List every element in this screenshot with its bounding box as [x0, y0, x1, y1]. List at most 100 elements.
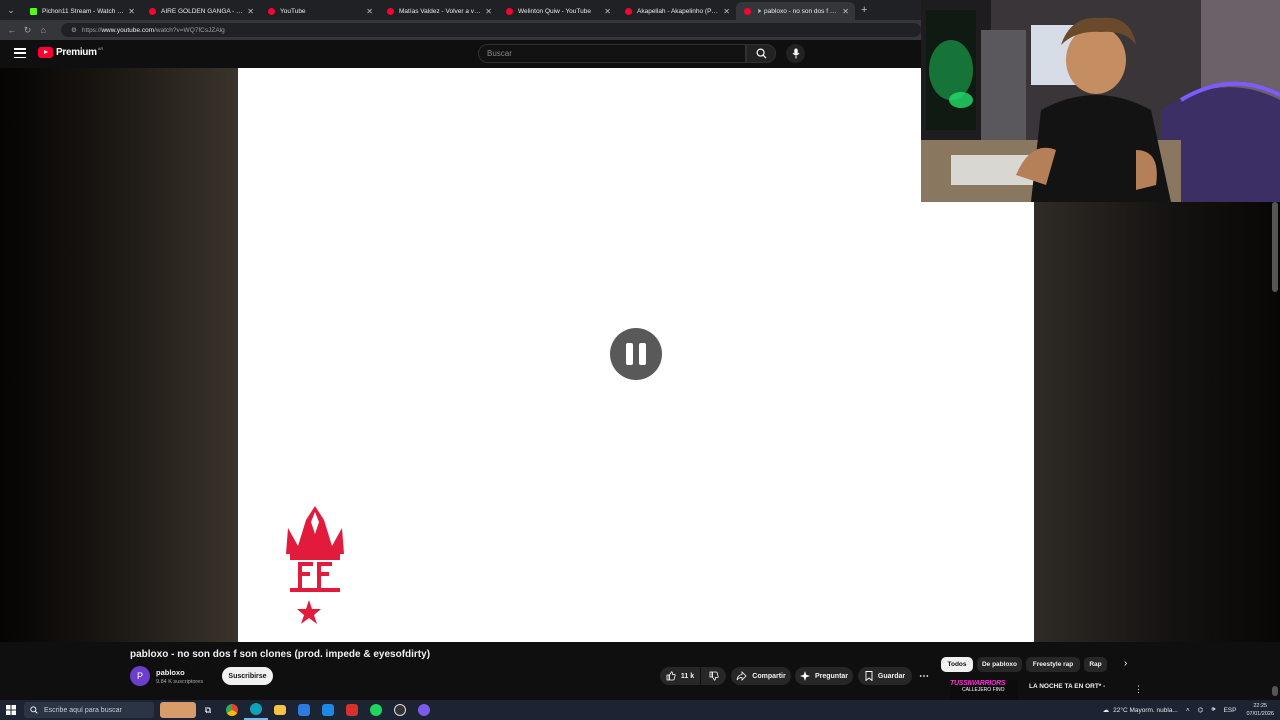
youtube-icon [149, 7, 156, 15]
taskbar-edge-app[interactable] [244, 700, 268, 720]
tab-close-icon[interactable]: ✕ [723, 7, 730, 16]
youtube-icon [387, 7, 394, 15]
webcam-overlay [921, 0, 1280, 202]
clock-time: 22:25 [1253, 703, 1268, 709]
thumbnail-text: TUSSIWARRIORS [950, 680, 1006, 687]
back-arrow-icon[interactable]: ← [6, 23, 18, 37]
taskbar-search-input[interactable]: Escribe aquí para buscar [24, 702, 154, 718]
ambient-glow-left [0, 68, 238, 642]
browser-tab[interactable]: Welinton Quiw - YouTube ✕ [498, 2, 617, 20]
reload-icon[interactable]: ↻ [22, 23, 34, 37]
windows-logo-icon [6, 705, 16, 715]
share-button[interactable]: Compartir [731, 667, 791, 685]
taskbar-discord-app[interactable] [412, 700, 436, 720]
more-horizontal-icon: ⋯ [919, 670, 929, 682]
new-tab-icon[interactable]: + [861, 4, 867, 16]
tab-close-icon[interactable]: ✕ [604, 7, 611, 16]
dislike-button[interactable] [701, 667, 726, 685]
ask-button[interactable]: Preguntar [795, 667, 853, 685]
clock[interactable]: 22:25 07/01/2026 [1246, 702, 1274, 718]
pause-bar [639, 343, 646, 365]
url-host: www.youtube.com [101, 26, 155, 34]
subscribe-button[interactable]: Suscribirse [222, 667, 273, 685]
kick-icon [30, 7, 37, 15]
page-scrollbar-thumb[interactable] [1272, 202, 1278, 292]
mail-icon [322, 704, 334, 716]
video-details: pabloxo - no son dos f son clones (prod.… [0, 642, 1280, 700]
recommended-thumbnail[interactable]: TUSSIWARRIORS CALLEJERO FINO [950, 680, 1018, 700]
start-button[interactable] [0, 700, 22, 720]
subscriber-count: 9.84 K suscriptores [156, 679, 204, 685]
weather-text[interactable]: 22°C Mayorm. nubla... [1113, 707, 1178, 714]
taskbar-chrome-app[interactable] [220, 700, 244, 720]
chip-de-pabloxo[interactable]: De pabloxo [977, 657, 1022, 672]
network-icon[interactable]: ⌬ [1198, 706, 1204, 714]
browser-tab[interactable]: Akapellah - Akapelinho (Prod. Ne ✕ [617, 2, 736, 20]
recommended-title[interactable]: LA NOCHE TA EN ORT* - [1029, 683, 1105, 690]
like-button[interactable]: 11 k [660, 667, 700, 685]
taskbar-store-app[interactable] [292, 700, 316, 720]
weather-icon[interactable]: ☁ [1103, 706, 1110, 714]
chip-freestyle-rap[interactable]: Freestyle rap [1026, 657, 1080, 672]
site-info-icon[interactable]: ⚙ [71, 26, 77, 34]
share-arrow-icon [736, 671, 747, 681]
menu-icon[interactable] [14, 48, 26, 59]
thumbs-up-icon [666, 671, 676, 681]
browser-tab[interactable]: AIRE GOLDEN GANGA - YouTube ✕ [141, 2, 260, 20]
more-vertical-icon[interactable]: ⋮ [1134, 684, 1143, 695]
more-actions-button[interactable]: ⋯ [915, 667, 933, 685]
tab-search-chevron-icon[interactable]: ⌄ [0, 0, 22, 20]
taskbar-file-explorer-app[interactable] [268, 700, 292, 720]
browser-tab[interactable]: Matías Valdez - Volver a vernos ✕ [379, 2, 498, 20]
spotify-icon [370, 704, 382, 716]
task-view-button[interactable]: ⧉ [196, 700, 220, 720]
taskbar-spotify-app[interactable] [364, 700, 388, 720]
taskbar-app[interactable] [340, 700, 364, 720]
sidebar-scrollbar-thumb[interactable] [1272, 686, 1278, 696]
tab-title: Matías Valdez - Volver a vernos [399, 7, 482, 15]
tab-close-icon[interactable]: ✕ [485, 7, 492, 16]
webcam-scene [921, 0, 1280, 202]
volume-icon[interactable]: 🕪 [1211, 706, 1215, 714]
video-title: pabloxo - no son dos f son clones (prod.… [130, 649, 431, 660]
taskbar-obs-app[interactable] [388, 700, 412, 720]
tab-close-icon[interactable]: ✕ [366, 7, 373, 16]
obs-icon [394, 704, 406, 716]
tab-close-icon[interactable]: ✕ [842, 7, 849, 16]
search-highlight-illustration[interactable] [160, 702, 196, 718]
search-icon [30, 706, 38, 714]
channel-name[interactable]: pabloxo [156, 668, 185, 677]
chip-todos[interactable]: Todos [941, 657, 973, 672]
chevron-up-icon[interactable]: ˄ [1186, 707, 1190, 714]
channel-avatar[interactable]: P [130, 666, 150, 686]
browser-tab-active[interactable]: 🕨 pabloxo - no son dos f son cl ✕ [736, 2, 855, 20]
browser-tab[interactable]: YouTube ✕ [260, 2, 379, 20]
tab-title: Akapellah - Akapelinho (Prod. Ne [637, 7, 719, 15]
search-input[interactable]: Buscar [478, 44, 746, 63]
speaker-icon[interactable]: 🕨 [756, 6, 761, 16]
thumbnail-subtext: CALLEJERO FINO [962, 687, 1005, 693]
youtube-icon [506, 7, 513, 15]
language-indicator[interactable]: ESP [1223, 707, 1236, 714]
youtube-premium-logo[interactable]: Premium AR [38, 46, 103, 58]
edge-icon [250, 703, 262, 715]
search-button[interactable] [746, 44, 776, 63]
taskbar-mail-app[interactable] [316, 700, 340, 720]
browser-tab[interactable]: Pichon11 Stream - Watch Live on ✕ [22, 2, 141, 20]
tab-close-icon[interactable]: ✕ [247, 7, 254, 16]
like-count: 11 k [680, 672, 695, 680]
pause-button[interactable] [610, 328, 662, 380]
video-player[interactable] [238, 68, 1034, 642]
tab-close-icon[interactable]: ✕ [128, 7, 135, 16]
chevron-right-icon[interactable]: › [1124, 658, 1127, 669]
home-icon[interactable]: ⌂ [37, 23, 49, 37]
ambient-glow-right [1034, 202, 1280, 642]
chip-rap[interactable]: Rap [1084, 657, 1107, 672]
sparkle-icon [799, 671, 810, 681]
windows-taskbar: Escribe aquí para buscar ⧉ ☁ 22°C Mayorm… [0, 700, 1280, 720]
logo-text: Premium [56, 47, 97, 58]
save-button[interactable]: Guardar [858, 667, 912, 685]
store-icon [298, 704, 310, 716]
url-field[interactable]: ⚙ https:// www.youtube.com /watch?v=WQ7f… [61, 23, 922, 37]
voice-search-button[interactable] [786, 44, 805, 63]
